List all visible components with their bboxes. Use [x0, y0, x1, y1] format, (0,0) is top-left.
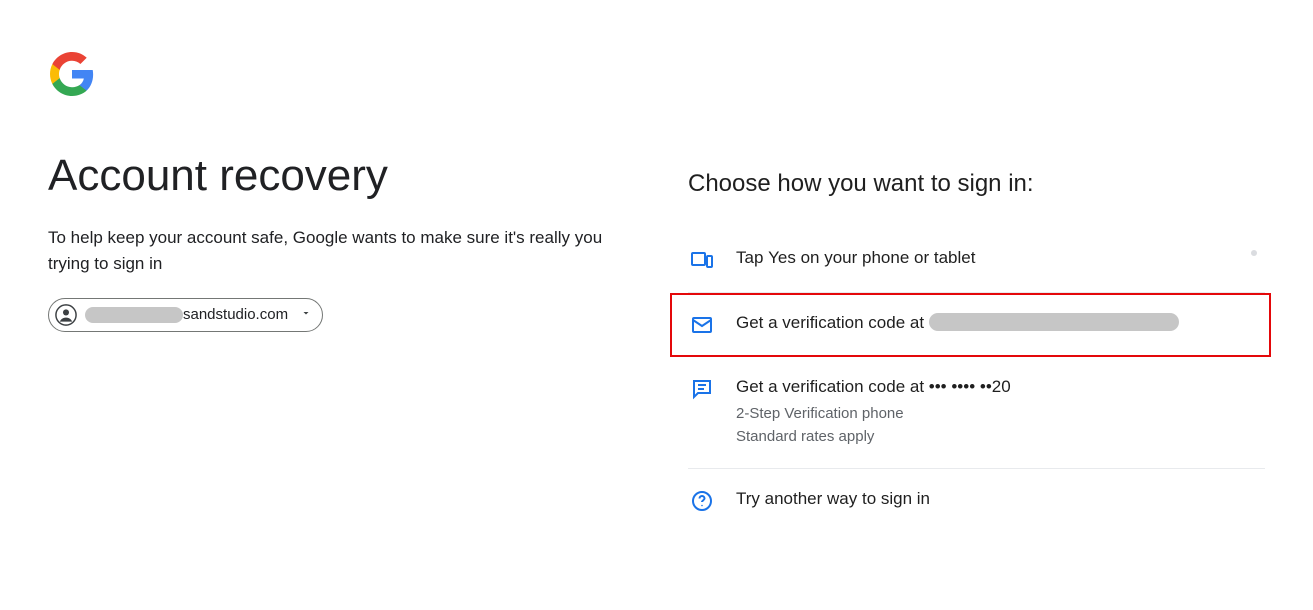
subtext-line: 2-Step Verification phone [736, 403, 1265, 426]
avatar-icon [55, 304, 77, 326]
text-segment: Get a verification code at [736, 313, 929, 332]
option-sms-subtext: 2-Step Verification phone Standard rates… [736, 403, 1265, 448]
google-logo [48, 50, 648, 103]
option-tap-yes[interactable]: Tap Yes on your phone or tablet [688, 228, 1265, 293]
option-tap-yes-label: Tap Yes on your phone or tablet [736, 248, 1265, 268]
left-column: Account recovery To help keep your accou… [48, 50, 648, 533]
devices-icon [690, 248, 714, 272]
mail-icon [690, 313, 714, 337]
page-subtitle: To help keep your account safe, Google w… [48, 225, 628, 278]
option-sms-code[interactable]: Get a verification code at ••• •••• ••20… [688, 357, 1265, 469]
text-bold: Yes [768, 248, 796, 267]
chevron-down-icon [300, 306, 312, 323]
page-title: Account recovery [48, 151, 648, 201]
redacted-text [85, 307, 183, 323]
text-segment: on your phone or tablet [796, 248, 976, 267]
help-icon [690, 489, 714, 513]
subtext-line: Standard rates apply [736, 426, 1265, 449]
account-chip[interactable]: sandstudio.com [48, 298, 323, 332]
option-try-another[interactable]: Try another way to sign in [688, 469, 1265, 533]
account-email: sandstudio.com [85, 306, 288, 323]
option-email-code[interactable]: Get a verification code at [670, 293, 1271, 357]
page-container: Account recovery To help keep your accou… [0, 0, 1313, 581]
choose-title: Choose how you want to sign in: [688, 170, 1265, 198]
option-try-another-label: Try another way to sign in [736, 489, 1265, 509]
loading-indicator [1251, 250, 1257, 256]
option-sms-code-label: Get a verification code at ••• •••• ••20… [736, 377, 1265, 448]
right-column: Choose how you want to sign in: Tap Yes … [688, 50, 1265, 533]
option-email-code-label: Get a verification code at [736, 313, 1263, 333]
option-sms-title: Get a verification code at ••• •••• ••20 [736, 377, 1265, 397]
account-email-suffix: sandstudio.com [183, 306, 288, 323]
text-segment: Tap [736, 248, 768, 267]
redacted-text [929, 313, 1179, 331]
message-icon [690, 377, 714, 401]
